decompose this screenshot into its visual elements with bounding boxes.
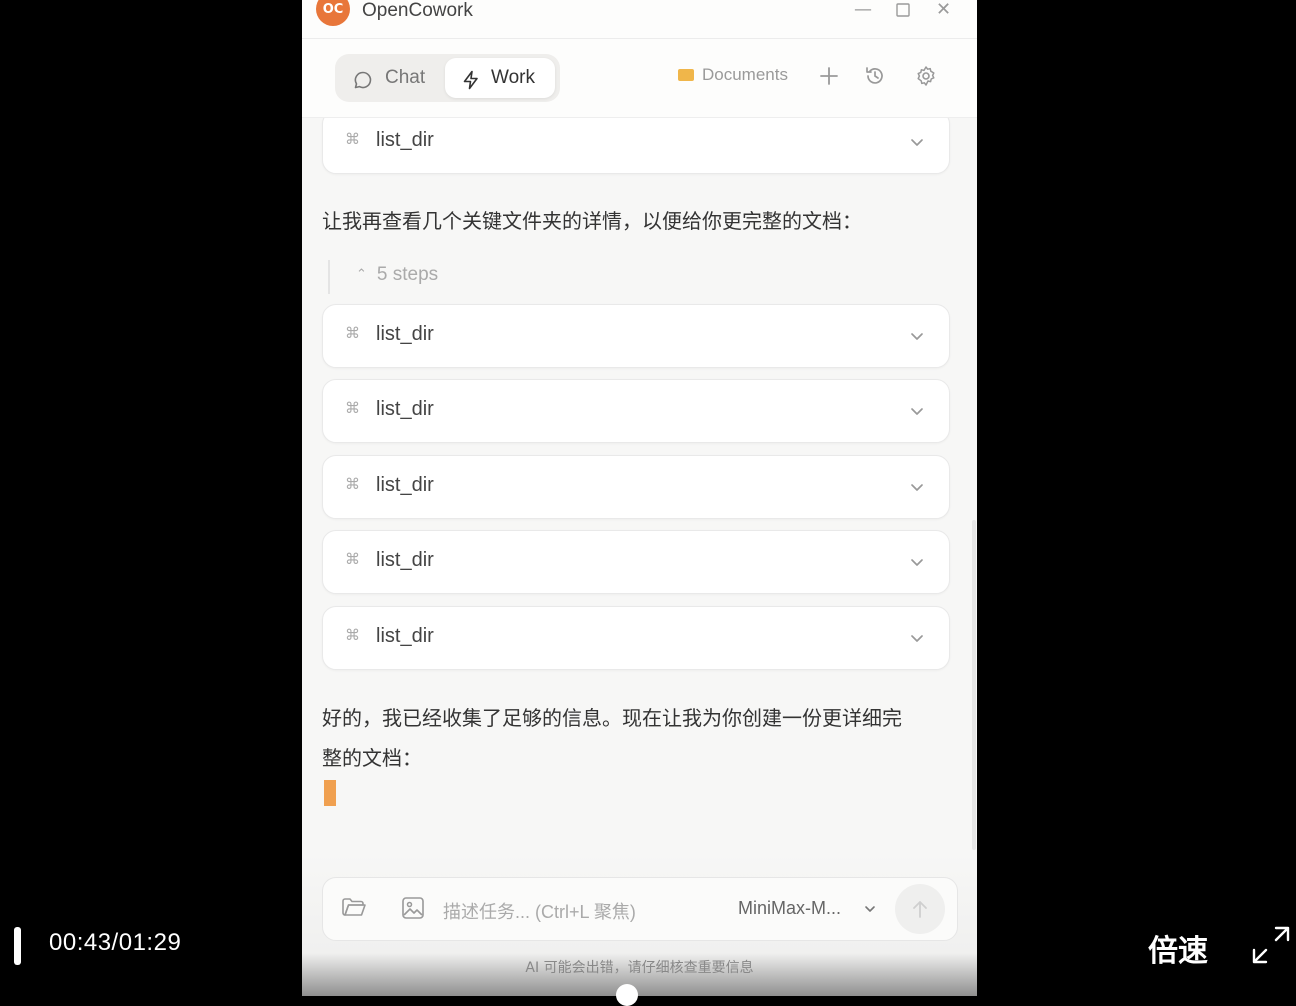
gear-icon[interactable] (915, 65, 937, 87)
app-title: OpenCowork (362, 0, 473, 21)
pause-icon[interactable] (14, 927, 21, 965)
chevron-down-icon[interactable] (863, 902, 877, 916)
tab-chat-label: Chat (385, 67, 426, 88)
minimize-icon[interactable]: — (854, 0, 872, 20)
lightning-icon (463, 70, 478, 90)
task-input-box[interactable]: 描述任务... (Ctrl+L 聚焦) MiniMax-M... (322, 877, 958, 941)
command-icon: ⌘ (345, 130, 360, 148)
tool-call-card[interactable]: ⌘ list_dir (322, 304, 950, 368)
tab-work-label: Work (491, 67, 535, 88)
input-area: 描述任务... (Ctrl+L 聚焦) MiniMax-M... AI 可能会出… (302, 853, 977, 996)
command-icon: ⌘ (345, 475, 360, 493)
steps-toggle[interactable]: ⌃ 5 steps (356, 264, 438, 286)
mode-switch: Chat Work (335, 54, 560, 102)
app-logo: OC (316, 0, 350, 26)
tool-call-name: list_dir (376, 129, 434, 151)
chevron-down-icon[interactable] (909, 479, 925, 495)
command-icon: ⌘ (345, 550, 360, 568)
header-bar: Chat Work Documents (302, 39, 977, 118)
app-window: OC OpenCowork — ✕ Chat Work Documents ⌘ … (302, 0, 977, 996)
chat-bubble-icon (354, 71, 372, 89)
model-selector[interactable]: MiniMax-M... (738, 898, 841, 919)
chevron-down-icon[interactable] (909, 134, 925, 150)
image-icon[interactable] (401, 896, 425, 920)
chevron-down-icon[interactable] (909, 554, 925, 570)
ai-disclaimer: AI 可能会出错，请仔细核查重要信息 (525, 960, 754, 976)
chevron-down-icon[interactable] (909, 630, 925, 646)
tool-call-card[interactable]: ⌘ list_dir (322, 530, 950, 594)
command-icon: ⌘ (345, 324, 360, 342)
tool-call-card[interactable]: ⌘ list_dir (322, 118, 950, 174)
fullscreen-icon[interactable] (1252, 926, 1290, 964)
tool-call-card[interactable]: ⌘ list_dir (322, 379, 950, 443)
close-icon[interactable]: ✕ (936, 0, 951, 20)
conversation-area: ⌘ list_dir 让我再查看几个关键文件夹的详情，以便给你更完整的文档： ⌃… (302, 118, 977, 853)
assistant-message: 好的，我已经收集了足够的信息。现在让我为你创建一份更详细完 (322, 706, 902, 730)
scrollbar[interactable] (972, 520, 976, 850)
folder-open-icon[interactable] (341, 896, 367, 920)
maximize-icon[interactable] (896, 2, 910, 22)
video-time: 00:43/01:29 (49, 929, 182, 956)
tool-call-card[interactable]: ⌘ list_dir (322, 606, 950, 670)
command-icon: ⌘ (345, 399, 360, 417)
chevron-up-icon: ⌃ (356, 266, 367, 281)
folder-label: Documents (702, 65, 788, 84)
folder-icon (678, 69, 694, 81)
assistant-message: 整的文档： (322, 746, 422, 770)
tab-work[interactable]: Work (445, 58, 555, 98)
steps-label: 5 steps (376, 264, 439, 285)
playback-speed-button[interactable]: 倍速 (1148, 926, 1208, 970)
tool-call-name: list_dir (376, 398, 434, 420)
assistant-message: 让我再查看几个关键文件夹的详情，以便给你更完整的文档： (322, 209, 862, 233)
task-input-placeholder: 描述任务... (Ctrl+L 聚焦) (443, 902, 636, 922)
tool-call-card[interactable]: ⌘ list_dir (322, 455, 950, 519)
send-button[interactable] (895, 884, 945, 934)
steps-divider (328, 260, 330, 294)
tool-call-name: list_dir (376, 549, 434, 571)
history-icon[interactable] (864, 65, 886, 87)
tool-call-name: list_dir (376, 625, 434, 647)
folder-selector[interactable]: Documents (678, 65, 788, 85)
tool-call-name: list_dir (376, 474, 434, 496)
command-icon: ⌘ (345, 626, 360, 644)
progress-handle[interactable] (616, 984, 638, 1006)
arrow-up-icon (913, 901, 927, 918)
tab-chat[interactable]: Chat (349, 58, 439, 98)
chevron-down-icon[interactable] (909, 403, 925, 419)
chevron-down-icon[interactable] (909, 328, 925, 344)
typing-cursor (324, 780, 336, 806)
plus-icon[interactable] (818, 65, 840, 87)
tool-call-name: list_dir (376, 323, 434, 345)
title-bar: OC OpenCowork — ✕ (302, 0, 977, 39)
